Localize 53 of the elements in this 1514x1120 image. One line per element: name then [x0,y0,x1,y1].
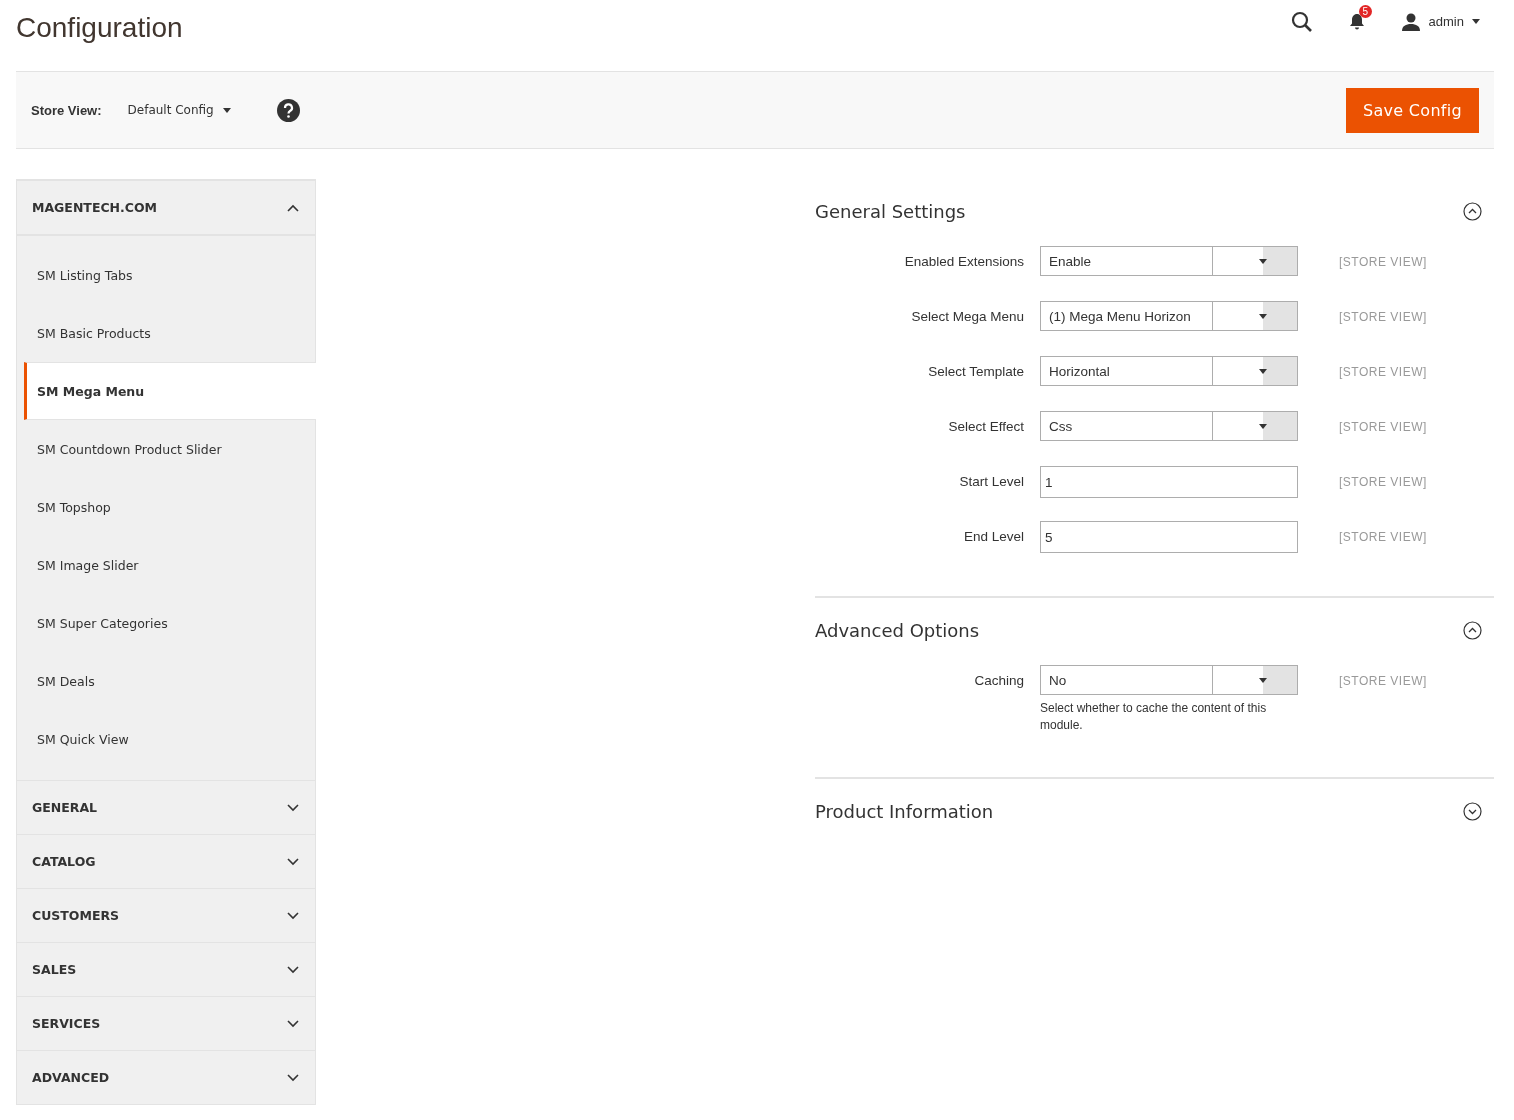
chevron-down-icon [287,1019,299,1028]
scope-label: [STORE VIEW] [1339,254,1428,271]
user-icon [1400,12,1421,31]
scope-label: [STORE VIEW] [1339,529,1428,546]
scope-label: [STORE VIEW] [1339,309,1428,326]
scope-label: [STORE VIEW] [1339,673,1428,690]
field-label: Select Template [927,363,1024,381]
notification-count: 5 [1358,4,1373,18]
select-field[interactable]: Enable [1040,246,1298,276]
caret-icon [1259,313,1267,319]
section-title[interactable]: Product Information [815,800,994,822]
field-note: Select whether to cache the content of this module. [1040,700,1268,734]
caret-icon [1259,423,1267,429]
expand-icon[interactable] [1463,801,1482,821]
field-label: Caching [973,672,1024,690]
select-field[interactable]: Css [1040,411,1298,441]
field-label: End Level [962,528,1024,546]
chevron-down-icon [287,803,299,812]
section-title[interactable]: Advanced Options [815,619,980,641]
field-label: Select Effect [947,418,1024,436]
chevron-down-icon [287,911,299,920]
scope-label: [STORE VIEW] [1339,419,1428,436]
help-icon[interactable] [276,98,300,122]
store-view-dropdown[interactable]: Default Config [127,103,231,117]
search-icon[interactable] [1290,10,1313,33]
chevron-up-icon [287,203,299,212]
user-menu[interactable]: admin [1400,12,1480,31]
field-label: Start Level [958,473,1024,491]
caret-icon [1259,677,1267,683]
select-field[interactable]: Horizontal [1040,356,1298,386]
input-field[interactable]: 1 [1040,466,1298,498]
collapse-icon[interactable] [1463,620,1482,640]
field-label: Enabled Extensions [903,253,1024,271]
section-title[interactable]: General Settings [815,200,966,222]
scope-label: [STORE VIEW] [1339,364,1428,381]
caret-icon [1259,258,1267,264]
chevron-down-icon [287,1073,299,1082]
collapse-icon[interactable] [1463,201,1482,221]
bell-icon[interactable] [1348,12,1365,31]
save-config-button[interactable]: Save Config [1346,87,1479,133]
field-label: Select Mega Menu [910,308,1024,326]
select-field[interactable]: No [1040,665,1298,695]
scope-label: [STORE VIEW] [1339,474,1428,491]
page-title: Configuration [16,11,183,44]
caret-icon [1259,368,1267,374]
sidebar-item[interactable]: SM Mega Menu [24,362,316,420]
caret-icon [222,107,231,113]
chevron-down-icon [287,857,299,866]
caret-icon [1472,19,1480,24]
store-view-label: Store View: [31,102,102,118]
input-field[interactable]: 5 [1040,521,1298,553]
chevron-down-icon [287,965,299,974]
select-field[interactable]: (1) Mega Menu Horizon [1040,301,1298,331]
